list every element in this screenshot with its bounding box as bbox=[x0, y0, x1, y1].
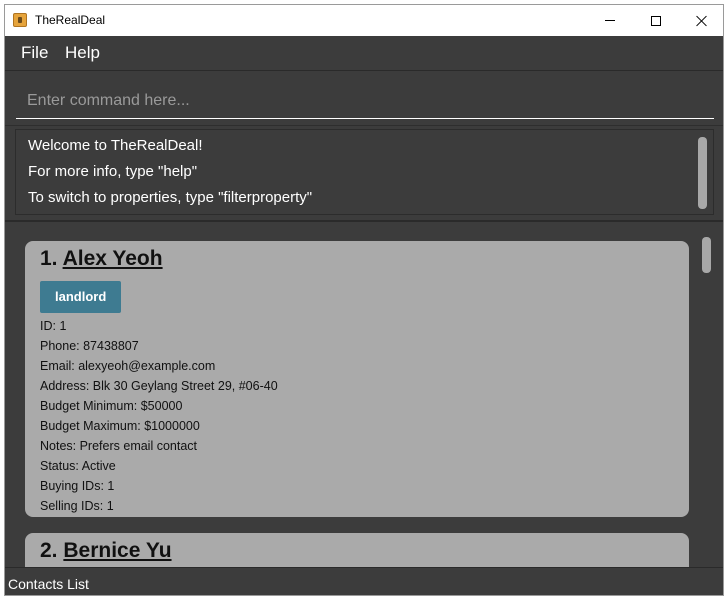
window-title: TheRealDeal bbox=[35, 13, 106, 27]
result-line: Welcome to TheRealDeal! bbox=[28, 137, 203, 154]
command-box bbox=[5, 71, 723, 126]
minimize-button[interactable] bbox=[587, 5, 633, 36]
menu-help[interactable]: Help bbox=[65, 43, 100, 63]
person-id: ID: 1 bbox=[40, 319, 67, 333]
person-list: 1. Alex Yeoh landlord ID: 1 Phone: 87438… bbox=[5, 224, 723, 567]
result-line: For more info, type "help" bbox=[28, 163, 198, 180]
status-text: Contacts List bbox=[8, 576, 89, 592]
result-display: Welcome to TheRealDeal! For more info, t… bbox=[15, 129, 714, 215]
maximize-button[interactable] bbox=[633, 5, 679, 36]
person-budget-min: Budget Minimum: $50000 bbox=[40, 399, 183, 413]
person-index: 2. bbox=[40, 539, 58, 562]
person-buying-ids: Buying IDs: 1 bbox=[40, 479, 115, 493]
person-card[interactable]: 2. Bernice Yu bbox=[25, 533, 689, 567]
person-card[interactable]: 1. Alex Yeoh landlord ID: 1 Phone: 87438… bbox=[25, 241, 689, 517]
person-status: Status: Active bbox=[40, 459, 116, 473]
person-card-title: 2. Bernice Yu bbox=[40, 539, 172, 563]
result-display-area: Welcome to TheRealDeal! For more info, t… bbox=[5, 126, 723, 222]
list-scrollbar[interactable] bbox=[702, 237, 711, 273]
tag-badge: landlord bbox=[40, 281, 122, 313]
menu-file[interactable]: File bbox=[21, 43, 48, 63]
title-bar: TheRealDeal bbox=[5, 5, 723, 36]
app-window: TheRealDeal File Help Welcome to TheReal… bbox=[4, 4, 724, 596]
person-address: Address: Blk 30 Geylang Street 29, #06-4… bbox=[40, 379, 278, 393]
person-name: Bernice Yu bbox=[63, 539, 172, 562]
result-scrollbar[interactable] bbox=[698, 137, 707, 209]
person-selling-ids: Selling IDs: 1 bbox=[40, 499, 114, 513]
person-card-title: 1. Alex Yeoh bbox=[40, 247, 163, 271]
person-email: Email: alexyeoh@example.com bbox=[40, 359, 216, 373]
person-index: 1. bbox=[40, 247, 58, 270]
person-phone: Phone: 87438807 bbox=[40, 339, 139, 353]
person-notes: Notes: Prefers email contact bbox=[40, 439, 198, 453]
result-line: To switch to properties, type "filterpro… bbox=[28, 189, 313, 206]
menu-bar: File Help bbox=[5, 36, 723, 71]
command-input[interactable] bbox=[16, 83, 714, 119]
app-logo-icon bbox=[13, 13, 27, 27]
person-name: Alex Yeoh bbox=[62, 247, 163, 270]
status-bar: Contacts List bbox=[5, 567, 723, 595]
close-icon bbox=[696, 15, 708, 27]
maximize-icon bbox=[651, 15, 661, 26]
person-budget-max: Budget Maximum: $1000000 bbox=[40, 419, 200, 433]
close-button[interactable] bbox=[679, 5, 723, 36]
minimize-icon bbox=[605, 20, 615, 21]
